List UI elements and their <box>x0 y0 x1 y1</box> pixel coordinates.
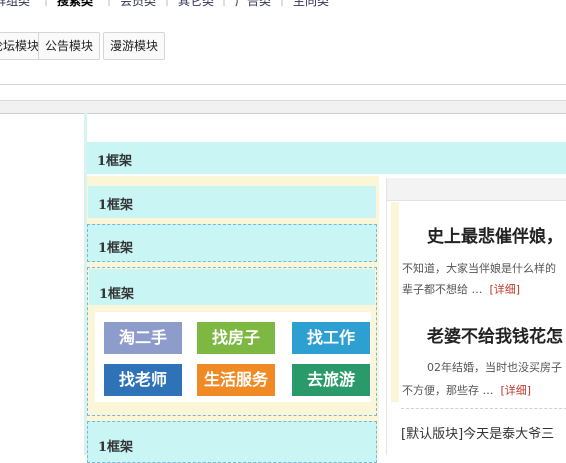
nav-link[interactable]: 其它类 <box>178 0 214 9</box>
frame-title: 1框架 <box>98 440 134 455</box>
find-teacher-button[interactable]: 找老师 <box>104 364 182 396</box>
nav-link[interactable]: 主同类 <box>293 0 329 9</box>
frame-title: 1框架 <box>99 287 135 302</box>
frame-title: 1框架 <box>97 154 133 169</box>
nav-link[interactable]: 群组类 <box>0 0 30 9</box>
frame-top[interactable]: 1框架 <box>87 142 566 174</box>
frame-nav-block: 1框架 淘二手 找房子 找工作 找老师 生活服务 去旅游 <box>87 267 377 416</box>
frame-header[interactable]: 1框架 <box>89 269 375 305</box>
announcement-module-button[interactable]: 公告模块 <box>38 32 101 60</box>
nav-separator: | <box>222 0 226 6</box>
nav-separator: | <box>107 0 111 6</box>
nav-link[interactable]: 搜索类 <box>57 0 93 9</box>
news-panel: 史上最悲催伴娘， 不知道，大家当伴娘是什么样的 辈子都不想给 … [详细] 老婆… <box>386 178 566 455</box>
travel-button[interactable]: 去旅游 <box>292 364 370 396</box>
news-panel-header <box>387 178 566 201</box>
frame-block[interactable]: 1框架 <box>88 186 376 218</box>
top-category-nav: 群组类 | 搜索类 | 会员类 | 其它类 | 广告类 | 主同类 <box>0 0 566 8</box>
news-title[interactable]: 老婆不给我钱花怎 <box>427 322 563 347</box>
nav-link[interactable]: 广告类 <box>235 0 271 9</box>
forum-post-link[interactable]: [默认版块]今天是泰大爷三 <box>401 423 554 442</box>
frame-block[interactable]: 1框架 <box>87 224 377 262</box>
news-summary: 不方便，那些存 … [详细] <box>402 384 532 397</box>
nav-separator: | <box>280 0 284 6</box>
frame-block[interactable]: 1框架 <box>87 421 377 463</box>
secondhand-button[interactable]: 淘二手 <box>104 322 182 354</box>
toolbar-band <box>0 100 566 114</box>
detail-link[interactable]: [详细] <box>501 384 532 397</box>
frame-title: 1框架 <box>98 241 134 256</box>
nav-separator: | <box>165 0 169 6</box>
news-summary: 辈子都不想给 … [详细] <box>402 283 521 296</box>
roaming-module-button[interactable]: 漫游模块 <box>103 32 166 60</box>
news-panel-stripe <box>391 202 399 402</box>
find-house-button[interactable]: 找房子 <box>197 322 275 354</box>
news-divider <box>401 408 566 410</box>
find-job-button[interactable]: 找工作 <box>292 322 370 354</box>
divider <box>0 84 566 85</box>
frame-title: 1框架 <box>98 198 134 213</box>
detail-link[interactable]: [详细] <box>490 283 521 296</box>
news-summary: 不知道，大家当伴娘是什么样的 <box>402 262 556 275</box>
nav-separator: | <box>44 0 48 6</box>
nav-link[interactable]: 会员类 <box>120 0 156 9</box>
life-service-button[interactable]: 生活服务 <box>197 364 275 396</box>
news-summary: 02年结婚，当时也没买房子 <box>427 361 562 374</box>
news-title[interactable]: 史上最悲催伴娘， <box>427 222 563 247</box>
nav-button-grid: 淘二手 找房子 找工作 找老师 生活服务 去旅游 <box>95 312 371 402</box>
